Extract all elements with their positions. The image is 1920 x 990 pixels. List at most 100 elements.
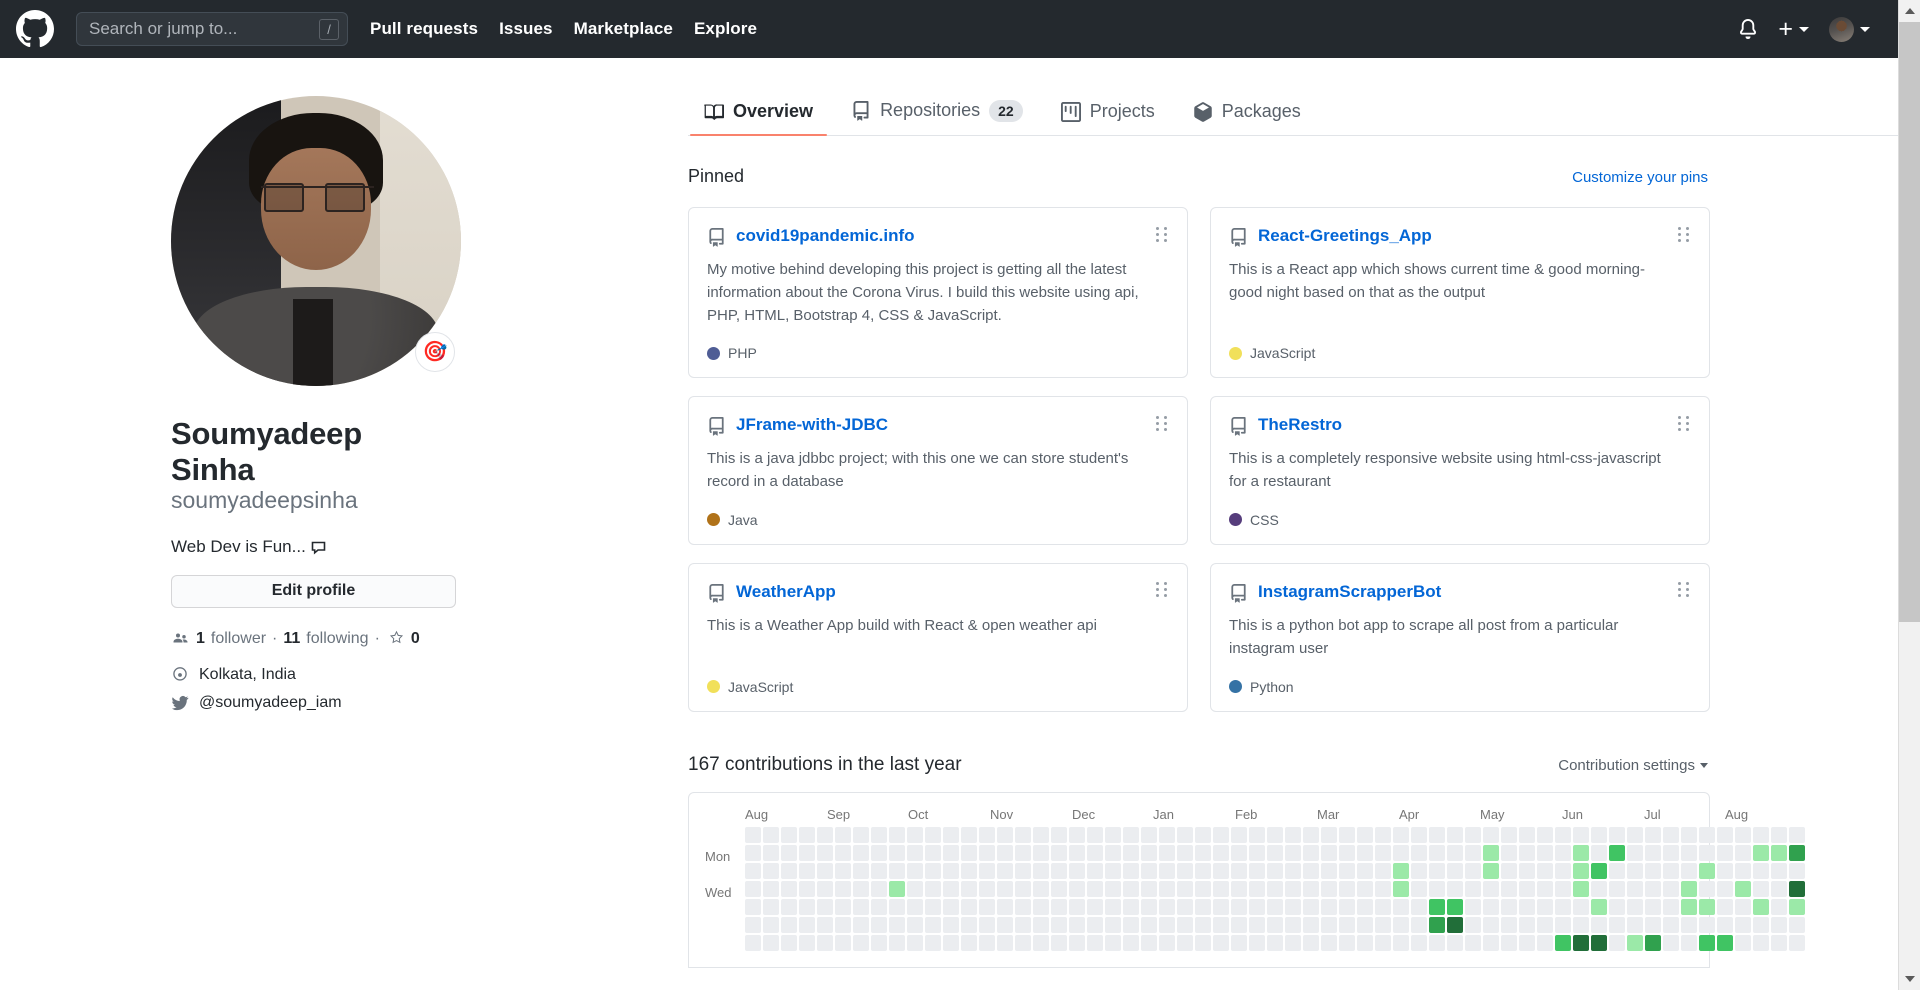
contribution-day-cell[interactable] bbox=[1555, 916, 1571, 933]
contribution-day-cell[interactable] bbox=[1231, 916, 1247, 933]
contribution-day-cell[interactable] bbox=[1645, 934, 1661, 951]
contribution-day-cell[interactable] bbox=[853, 862, 869, 879]
contribution-day-cell[interactable] bbox=[1555, 934, 1571, 951]
contribution-day-cell[interactable] bbox=[745, 844, 761, 861]
contribution-day-cell[interactable] bbox=[1195, 862, 1211, 879]
contribution-day-cell[interactable] bbox=[1321, 880, 1337, 897]
contribution-day-cell[interactable] bbox=[1303, 880, 1319, 897]
contribution-day-cell[interactable] bbox=[997, 862, 1013, 879]
contribution-day-cell[interactable] bbox=[1249, 862, 1265, 879]
contribution-day-cell[interactable] bbox=[907, 880, 923, 897]
contribution-day-cell[interactable] bbox=[1249, 934, 1265, 951]
contribution-day-cell[interactable] bbox=[871, 898, 887, 915]
contribution-day-cell[interactable] bbox=[1537, 844, 1553, 861]
contribution-day-cell[interactable] bbox=[817, 844, 833, 861]
contribution-day-cell[interactable] bbox=[1357, 862, 1373, 879]
contribution-day-cell[interactable] bbox=[943, 862, 959, 879]
contribution-day-cell[interactable] bbox=[1591, 862, 1607, 879]
contribution-day-cell[interactable] bbox=[1213, 898, 1229, 915]
contribution-day-cell[interactable] bbox=[745, 862, 761, 879]
pinned-repo-name[interactable]: covid19pandemic.info bbox=[736, 226, 915, 246]
contribution-day-cell[interactable] bbox=[1411, 916, 1427, 933]
contribution-day-cell[interactable] bbox=[1771, 898, 1787, 915]
contribution-day-cell[interactable] bbox=[1357, 826, 1373, 843]
contribution-day-cell[interactable] bbox=[1051, 934, 1067, 951]
contribution-day-cell[interactable] bbox=[1717, 826, 1733, 843]
drag-handle-icon[interactable] bbox=[1155, 226, 1169, 242]
contribution-day-cell[interactable] bbox=[1519, 862, 1535, 879]
contribution-day-cell[interactable] bbox=[1771, 880, 1787, 897]
contribution-day-cell[interactable] bbox=[1015, 844, 1031, 861]
contribution-day-cell[interactable] bbox=[889, 844, 905, 861]
contribution-day-cell[interactable] bbox=[1015, 826, 1031, 843]
contribution-day-cell[interactable] bbox=[1087, 826, 1103, 843]
contribution-day-cell[interactable] bbox=[1465, 844, 1481, 861]
contribution-day-cell[interactable] bbox=[1177, 934, 1193, 951]
contribution-day-cell[interactable] bbox=[1195, 934, 1211, 951]
contribution-day-cell[interactable] bbox=[1573, 916, 1589, 933]
contribution-day-cell[interactable] bbox=[1681, 934, 1697, 951]
contribution-day-cell[interactable] bbox=[1591, 880, 1607, 897]
contribution-day-cell[interactable] bbox=[781, 934, 797, 951]
contribution-day-cell[interactable] bbox=[1321, 862, 1337, 879]
contribution-day-cell[interactable] bbox=[1699, 862, 1715, 879]
drag-handle-icon[interactable] bbox=[1677, 415, 1691, 431]
contribution-day-cell[interactable] bbox=[997, 826, 1013, 843]
drag-handle-icon[interactable] bbox=[1155, 582, 1169, 598]
contribution-day-cell[interactable] bbox=[1141, 862, 1157, 879]
contribution-day-cell[interactable] bbox=[1105, 862, 1121, 879]
contribution-day-cell[interactable] bbox=[1051, 880, 1067, 897]
contribution-day-cell[interactable] bbox=[1789, 880, 1805, 897]
contribution-day-cell[interactable] bbox=[871, 934, 887, 951]
contribution-day-cell[interactable] bbox=[1789, 898, 1805, 915]
contribution-day-cell[interactable] bbox=[997, 934, 1013, 951]
contribution-day-cell[interactable] bbox=[1231, 862, 1247, 879]
contribution-day-cell[interactable] bbox=[1285, 934, 1301, 951]
contribution-day-cell[interactable] bbox=[853, 916, 869, 933]
contribution-day-cell[interactable] bbox=[1609, 844, 1625, 861]
contribution-day-cell[interactable] bbox=[1267, 826, 1283, 843]
contribution-day-cell[interactable] bbox=[997, 916, 1013, 933]
contribution-day-cell[interactable] bbox=[1159, 916, 1175, 933]
contribution-day-cell[interactable] bbox=[1627, 934, 1643, 951]
contribution-day-cell[interactable] bbox=[1267, 844, 1283, 861]
contribution-day-cell[interactable] bbox=[1771, 826, 1787, 843]
contribution-day-cell[interactable] bbox=[1771, 844, 1787, 861]
contribution-day-cell[interactable] bbox=[1609, 880, 1625, 897]
contribution-day-cell[interactable] bbox=[907, 916, 923, 933]
contribution-day-cell[interactable] bbox=[1519, 916, 1535, 933]
contribution-day-cell[interactable] bbox=[1015, 880, 1031, 897]
contribution-day-cell[interactable] bbox=[1591, 826, 1607, 843]
contribution-day-cell[interactable] bbox=[1357, 934, 1373, 951]
contribution-day-cell[interactable] bbox=[1015, 916, 1031, 933]
contribution-day-cell[interactable] bbox=[1033, 862, 1049, 879]
contribution-day-cell[interactable] bbox=[745, 826, 761, 843]
contribution-day-cell[interactable] bbox=[1591, 916, 1607, 933]
contribution-day-cell[interactable] bbox=[817, 826, 833, 843]
contribution-day-cell[interactable] bbox=[907, 826, 923, 843]
contribution-day-cell[interactable] bbox=[1375, 862, 1391, 879]
contribution-day-cell[interactable] bbox=[1123, 898, 1139, 915]
contribution-day-cell[interactable] bbox=[1141, 844, 1157, 861]
contribution-day-cell[interactable] bbox=[1537, 898, 1553, 915]
contribution-day-cell[interactable] bbox=[1375, 916, 1391, 933]
contribution-day-cell[interactable] bbox=[907, 898, 923, 915]
contribution-day-cell[interactable] bbox=[781, 916, 797, 933]
scrollbar-thumb[interactable] bbox=[1899, 22, 1920, 622]
contribution-day-cell[interactable] bbox=[1087, 862, 1103, 879]
contribution-day-cell[interactable] bbox=[1681, 826, 1697, 843]
contribution-day-cell[interactable] bbox=[1285, 862, 1301, 879]
contribution-day-cell[interactable] bbox=[1483, 898, 1499, 915]
contribution-day-cell[interactable] bbox=[1123, 880, 1139, 897]
contribution-day-cell[interactable] bbox=[1303, 826, 1319, 843]
contribution-day-cell[interactable] bbox=[1699, 898, 1715, 915]
search-input[interactable]: Search or jump to... / bbox=[76, 12, 348, 46]
contribution-day-cell[interactable] bbox=[979, 916, 995, 933]
contribution-day-cell[interactable] bbox=[1627, 898, 1643, 915]
contribution-day-cell[interactable] bbox=[1159, 934, 1175, 951]
contribution-day-cell[interactable] bbox=[1411, 826, 1427, 843]
contribution-day-cell[interactable] bbox=[1069, 916, 1085, 933]
contribution-day-cell[interactable] bbox=[1213, 934, 1229, 951]
contribution-day-cell[interactable] bbox=[1303, 898, 1319, 915]
contribution-day-cell[interactable] bbox=[763, 916, 779, 933]
